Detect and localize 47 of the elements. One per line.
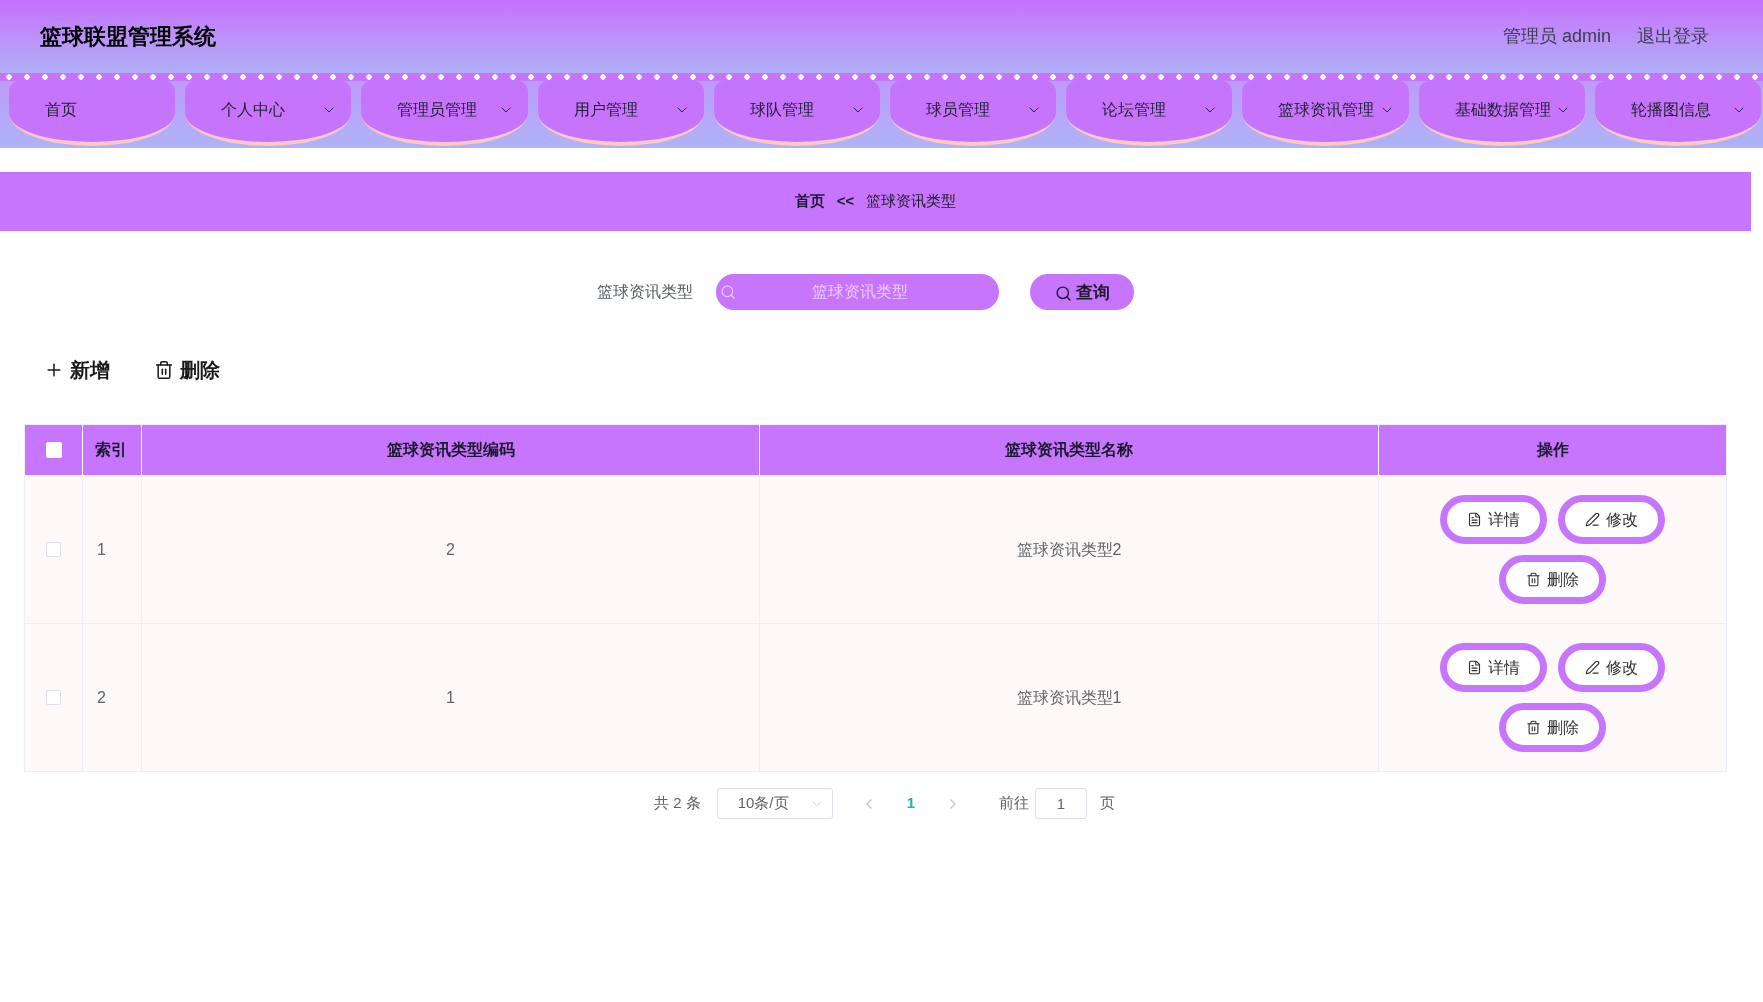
logout-link[interactable]: 退出登录: [1637, 23, 1709, 50]
goto-label: 前往: [999, 793, 1029, 814]
detail-button[interactable]: 详情: [1440, 643, 1547, 692]
delete-button[interactable]: 删除: [1499, 555, 1606, 604]
admin-user-label: 管理员 admin: [1502, 25, 1611, 48]
page-size-select[interactable]: 10条/页: [716, 788, 833, 819]
nav-menu-item[interactable]: 篮球资讯管理: [1242, 81, 1409, 146]
search-icon: [1054, 284, 1072, 302]
nav-menu-item[interactable]: 用户管理: [537, 81, 704, 146]
nav-menu-item[interactable]: 基础数据管理: [1418, 81, 1585, 146]
edit-button[interactable]: 修改: [1558, 495, 1665, 544]
breadcrumb-link[interactable]: 首页: [794, 190, 825, 213]
nav-menu-item[interactable]: 个人中心: [185, 81, 352, 146]
nav-menu-item[interactable]: 球队管理: [713, 81, 880, 146]
document-icon: [1467, 660, 1482, 675]
search-icon: [720, 284, 736, 300]
pencil-icon: [1585, 660, 1600, 675]
edit-button[interactable]: 修改: [1558, 643, 1665, 692]
delete-button[interactable]: 删除: [1499, 703, 1606, 752]
column-header: 操作: [1535, 440, 1570, 460]
app-title: 篮球联盟管理系统: [40, 23, 216, 51]
trash-icon: [1526, 572, 1541, 587]
breadcrumb-separator: <<: [836, 191, 855, 212]
nav-menu-item[interactable]: 管理员管理: [361, 81, 528, 146]
page-suffix: 页: [1100, 793, 1115, 814]
checkbox[interactable]: [46, 542, 61, 557]
trash-icon: [1526, 720, 1541, 735]
pencil-icon: [1585, 512, 1600, 527]
document-icon: [1467, 512, 1482, 527]
search-field[interactable]: 篮球资讯类型: [716, 274, 999, 310]
nav-menu-item[interactable]: 轮播图信息: [1594, 81, 1761, 146]
table-cell: 1: [142, 624, 760, 771]
nav-menu-item[interactable]: 球员管理: [890, 81, 1057, 146]
checkbox[interactable]: [46, 690, 61, 705]
trash-icon: [154, 360, 174, 380]
detail-button[interactable]: 详情: [1440, 495, 1547, 544]
breadcrumb-current: 篮球资讯类型: [866, 191, 957, 212]
nav-menu-item[interactable]: 论坛管理: [1066, 81, 1233, 146]
search-label: 篮球资讯类型: [597, 282, 693, 302]
delete-button[interactable]: 删除: [154, 355, 220, 385]
query-button[interactable]: 查询: [1030, 274, 1134, 310]
add-button[interactable]: 新增: [44, 355, 110, 385]
goto-page-input[interactable]: 1: [1035, 788, 1087, 819]
table-cell: 篮球资讯类型1: [760, 624, 1379, 771]
table-cell: 2: [83, 624, 142, 771]
nav-menu-item[interactable]: 首页: [9, 81, 176, 146]
total-count: 共 2 条: [654, 793, 701, 814]
